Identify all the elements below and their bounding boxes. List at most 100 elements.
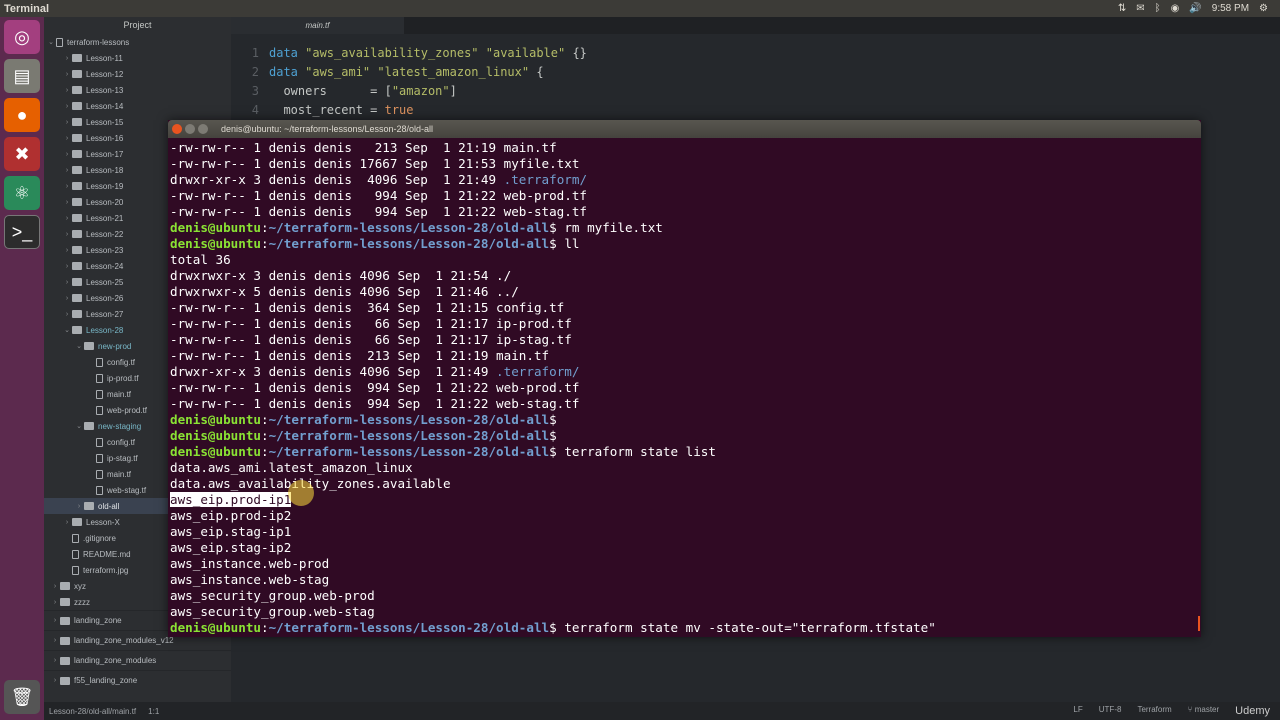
tree-item-label: Lesson-26 xyxy=(86,293,124,303)
folder-icon xyxy=(60,656,70,665)
output-line: -rw-rw-r-- 1 denis denis 66 Sep 1 21:17 … xyxy=(170,332,572,347)
settings-tools-icon[interactable]: ✖ xyxy=(4,137,40,171)
output-line: aws_instance.web-stag xyxy=(170,572,330,587)
trash-icon[interactable]: 🗑 xyxy=(4,680,40,714)
mail-icon[interactable]: ✉ xyxy=(1136,3,1144,14)
wifi-icon[interactable]: ◉ xyxy=(1171,3,1180,14)
chevron-right-icon: › xyxy=(53,677,57,684)
ubuntu-dash-icon[interactable]: ◎ xyxy=(4,20,40,54)
file-icon xyxy=(96,437,103,447)
tree-item-label: xyz xyxy=(74,581,86,591)
folder-icon xyxy=(60,676,70,685)
firefox-icon[interactable]: ● xyxy=(4,98,40,132)
file-icon xyxy=(96,357,103,367)
mouse-pointer-highlight xyxy=(288,480,314,506)
status-file-path[interactable]: Lesson-28/old-all/main.tf xyxy=(49,707,136,716)
folder-icon xyxy=(72,134,82,142)
output-line: drwxr-xr-x 3 denis denis 4096 Sep 1 21:4… xyxy=(170,172,588,187)
minimize-icon[interactable] xyxy=(185,124,195,134)
code-text: owners = ["amazon"] xyxy=(269,84,457,98)
terminal-app-icon[interactable]: >_ xyxy=(4,215,40,249)
code-line[interactable]: 3 owners = ["amazon"] xyxy=(231,82,1280,101)
volume-icon[interactable]: 🔊 xyxy=(1189,3,1201,14)
close-icon[interactable] xyxy=(172,124,182,134)
folder-icon xyxy=(72,102,82,110)
chevron-right-icon: › xyxy=(65,166,69,174)
code-line[interactable]: 1 data "aws_availability_zones" "availabl… xyxy=(231,44,1280,63)
prompt-path: ~/terraform-lessons/Lesson-28/old-all xyxy=(268,620,550,635)
branch-icon: ⑂ xyxy=(1187,705,1195,714)
tree-item-label: config.tf xyxy=(107,437,136,447)
tree-item-label: Lesson-14 xyxy=(86,101,124,111)
files-icon[interactable]: ▤ xyxy=(4,59,40,93)
chevron-right-icon: › xyxy=(65,182,69,190)
terminal-titlebar[interactable]: denis@ubuntu: ~/terraform-lessons/Lesson… xyxy=(168,120,1201,138)
command-text: terraform state list xyxy=(556,444,716,459)
terminal-output[interactable]: -rw-rw-r-- 1 denis denis 213 Sep 1 21:19… xyxy=(168,138,1201,636)
tree-item-label: web-prod.tf xyxy=(107,405,148,415)
terminal-window[interactable]: denis@ubuntu: ~/terraform-lessons/Lesson… xyxy=(168,120,1201,637)
folder-icon xyxy=(72,198,82,206)
chevron-right-icon: › xyxy=(65,262,69,270)
output-line: aws_security_group.web-stag xyxy=(170,604,375,619)
folder-icon xyxy=(84,422,94,430)
command-text: ll xyxy=(556,236,580,251)
tree-item-label: Lesson-19 xyxy=(86,181,124,191)
prompt-line: denis@ubuntu:~/terraform-lessons/Lesson-… xyxy=(170,412,557,427)
output-line: data.aws_availability_zones.available xyxy=(170,476,1201,492)
tree-item-label: Lesson-22 xyxy=(86,229,124,239)
folder-icon xyxy=(72,278,82,286)
output-line: drwxrwxr-x 5 denis denis 4096 Sep 1 21:4… xyxy=(170,284,519,299)
prompt-user: denis@ubuntu xyxy=(170,220,261,235)
watermark: Udemy xyxy=(1235,705,1270,717)
status-encoding[interactable]: UTF-8 xyxy=(1099,705,1122,717)
clock[interactable]: 9:58 PM xyxy=(1212,3,1249,14)
atom-editor-icon[interactable]: ⚛ xyxy=(4,176,40,210)
chevron-right-icon: › xyxy=(65,310,69,318)
chevron-down-icon: ⌄ xyxy=(48,39,54,46)
folder-icon xyxy=(72,230,82,238)
bluetooth-icon[interactable]: ᛒ xyxy=(1155,3,1161,14)
tree-item-label: new-prod xyxy=(98,341,132,351)
output-line: -rw-rw-r-- 1 denis denis 994 Sep 1 21:22… xyxy=(170,396,580,411)
chevron-right-icon: › xyxy=(65,70,69,78)
status-grammar[interactable]: Terraform xyxy=(1137,705,1171,717)
tree-folder[interactable]: › landing_zone_modules xyxy=(44,650,231,670)
tree-item-label: old-all xyxy=(98,501,120,511)
tree-folder[interactable]: › Lesson-14 xyxy=(44,98,231,114)
tree-root[interactable]: ⌄ terraform-lessons xyxy=(44,34,231,50)
status-branch[interactable]: ⑂ master xyxy=(1188,705,1219,717)
tree-folder[interactable]: › f55_landing_zone xyxy=(44,670,231,690)
system-top-bar: Terminal ⇅ ✉ ᛒ ◉ 🔊 9:58 PM ⚙ xyxy=(0,0,1280,17)
tree-folder[interactable]: › Lesson-12 xyxy=(44,66,231,82)
chevron-down-icon: ⌄ xyxy=(64,327,70,334)
file-icon xyxy=(72,533,79,543)
chevron-down-icon: ⌄ xyxy=(76,343,82,350)
tree-folder[interactable]: › Lesson-13 xyxy=(44,82,231,98)
tab-bar: main.tf xyxy=(231,17,1280,34)
tree-folder[interactable]: › Lesson-11 xyxy=(44,50,231,66)
tree-item-label: Lesson-X xyxy=(86,517,120,527)
status-line-ending[interactable]: LF xyxy=(1073,705,1082,717)
sort-icon[interactable]: ⇅ xyxy=(1118,3,1126,14)
maximize-icon[interactable] xyxy=(198,124,208,134)
folder-icon xyxy=(72,86,82,94)
line-number: 2 xyxy=(251,65,259,79)
code-line[interactable]: 2 data "aws_ami" "latest_amazon_linux" { xyxy=(231,63,1280,82)
tree-item-label: Lesson-28 xyxy=(86,325,124,335)
tree-item-label: landing_zone_modules xyxy=(74,656,157,665)
code-line[interactable]: 4 most_recent = true xyxy=(231,101,1280,120)
file-icon xyxy=(96,485,103,495)
system-tray: ⇅ ✉ ᛒ ◉ 🔊 9:58 PM ⚙ xyxy=(1118,3,1280,14)
tree-item-label: landing_zone_modules_v12 xyxy=(74,636,174,645)
tree-item-label: ip-stag.tf xyxy=(107,453,138,463)
tree-item-label: new-staging xyxy=(98,421,142,431)
tab-main-tf[interactable]: main.tf xyxy=(231,17,404,34)
chevron-right-icon: › xyxy=(53,617,57,624)
chevron-right-icon: › xyxy=(65,86,69,94)
tree-item-label: Lesson-24 xyxy=(86,261,124,271)
status-cursor-position[interactable]: 1:1 xyxy=(148,707,159,716)
directory-name: .terraform/ xyxy=(503,172,588,187)
file-icon xyxy=(96,469,103,479)
settings-gear-icon[interactable]: ⚙ xyxy=(1259,3,1268,14)
